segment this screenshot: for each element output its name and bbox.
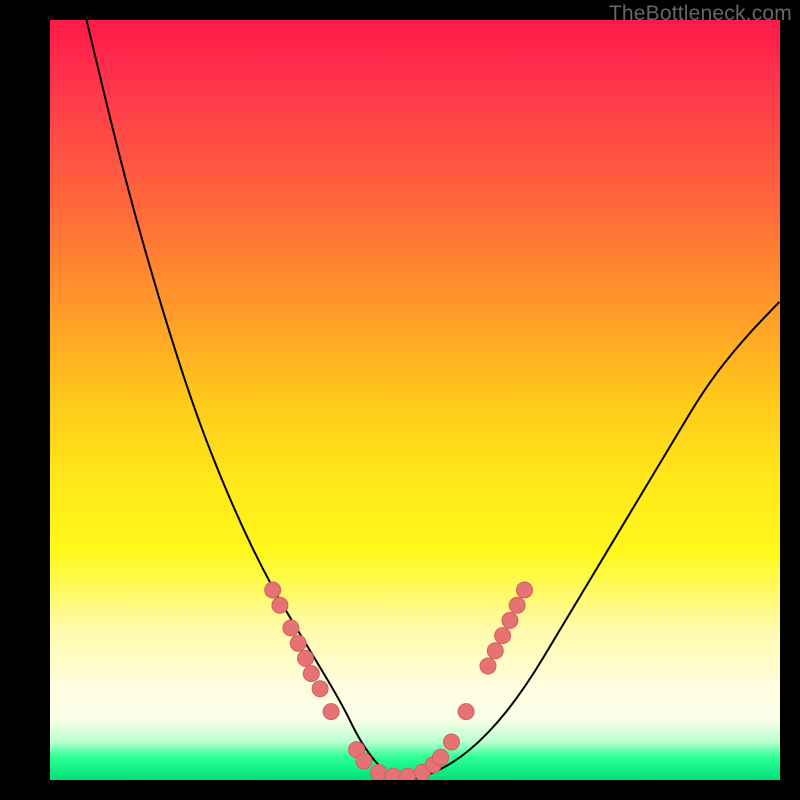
data-point [509, 597, 525, 613]
plot-area [50, 20, 780, 780]
data-point [303, 666, 319, 682]
data-point [400, 768, 416, 780]
dots-group [265, 582, 533, 780]
data-point [517, 582, 533, 598]
data-point [444, 734, 460, 750]
data-point [433, 749, 449, 765]
data-point [323, 704, 339, 720]
data-point [356, 753, 372, 769]
data-point [272, 597, 288, 613]
data-point [385, 768, 401, 780]
data-point [290, 635, 306, 651]
chart-svg [50, 20, 780, 780]
data-point [480, 658, 496, 674]
data-point [487, 643, 503, 659]
data-point [283, 620, 299, 636]
data-point [298, 650, 314, 666]
data-point [502, 612, 518, 628]
watermark-text: TheBottleneck.com [609, 2, 792, 26]
data-point [458, 704, 474, 720]
data-point [495, 628, 511, 644]
chart-frame: TheBottleneck.com [0, 0, 800, 800]
data-point [265, 582, 281, 598]
bottleneck-curve [87, 20, 781, 780]
data-point [371, 764, 387, 780]
data-point [312, 681, 328, 697]
